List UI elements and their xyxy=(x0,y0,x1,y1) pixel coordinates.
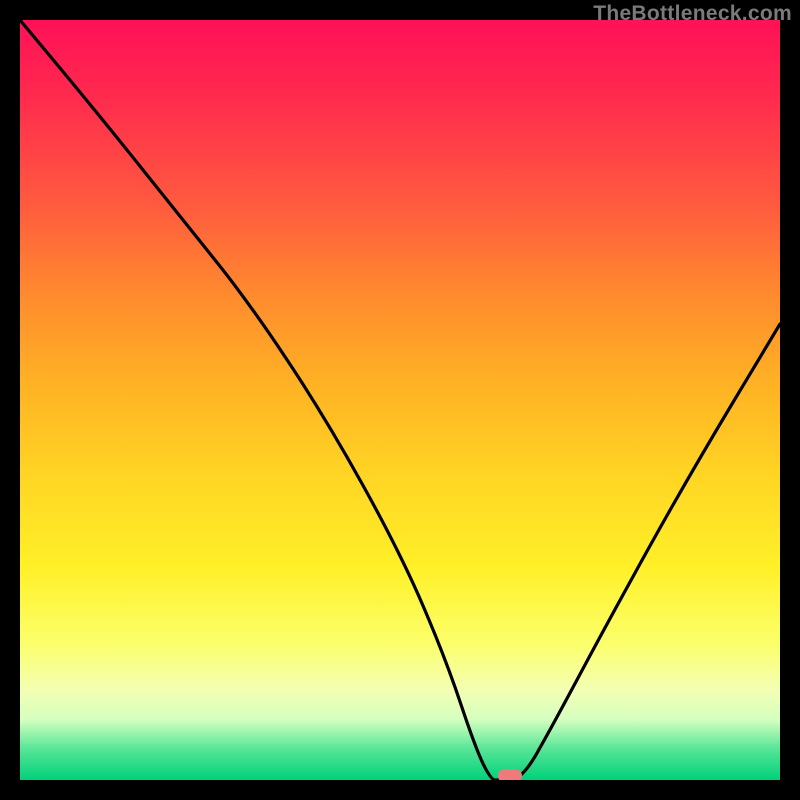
bottleneck-curve xyxy=(20,20,780,780)
chart-frame: TheBottleneck.com xyxy=(0,0,800,800)
optimal-marker xyxy=(498,769,522,780)
plot-area xyxy=(20,20,780,780)
